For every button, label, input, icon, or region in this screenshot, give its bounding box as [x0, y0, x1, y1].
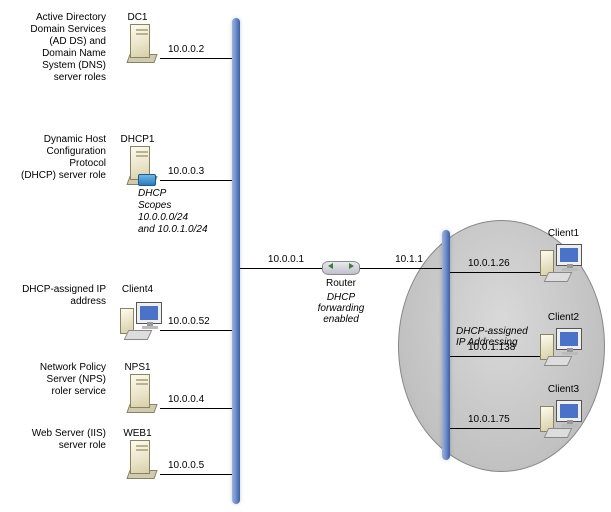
ip-label-DHCP1: 10.0.0.3 — [168, 166, 204, 177]
server-icon-NPS1 — [128, 374, 158, 414]
server-icon-DHCP1 — [128, 146, 158, 186]
pc-icon-Client3 — [540, 400, 582, 440]
host-label-DC1: DC1 — [110, 12, 165, 23]
ip-label-NPS1: 10.0.0.4 — [168, 394, 204, 405]
host-label-Client4: Client4 — [110, 284, 165, 295]
host-label-NPS1: NPS1 — [110, 362, 165, 373]
link-DC1 — [160, 58, 232, 59]
link-Client2 — [450, 356, 540, 357]
router-icon — [322, 258, 360, 278]
ip-right-backbone: 10.1.1 — [382, 254, 436, 265]
ip-label-Client1: 10.0.1.26 — [468, 258, 510, 269]
ip-label-Client4: 10.0.0.52 — [168, 316, 210, 327]
ip-left-backbone: 10.0.0.1 — [256, 254, 316, 265]
link-DHCP1 — [160, 180, 232, 181]
ip-label-WEB1: 10.0.0.5 — [168, 460, 204, 471]
pc-icon-Client1 — [540, 244, 582, 284]
ip-label-Client3: 10.0.1.75 — [468, 414, 510, 425]
link-WEB1 — [160, 474, 232, 475]
host-label-DHCP1: DHCP1 — [110, 134, 165, 145]
desc-Client4: DHCP-assigned IPaddress — [4, 284, 106, 308]
server-icon-DC1 — [128, 24, 158, 64]
ip-label-DC1: 10.0.0.2 — [168, 44, 204, 55]
link-router-rightbus — [360, 268, 442, 269]
host-label-WEB1: WEB1 — [110, 428, 165, 439]
desc-DC1: Active DirectoryDomain Services(AD DS) a… — [4, 12, 106, 84]
ip-label-Client2: 10.0.1.138 — [468, 342, 515, 353]
network-diagram: DC1 10.0.0.2 Active DirectoryDomain Servic… — [0, 0, 611, 512]
link-Client3 — [450, 428, 540, 429]
link-NPS1 — [160, 408, 232, 409]
router-note: DHCPforwardingenabled — [312, 292, 370, 325]
left-bus — [232, 18, 240, 504]
desc-DHCP1: Dynamic HostConfigurationProtocol(DHCP) … — [4, 134, 106, 182]
router-label: Router — [316, 278, 366, 289]
right-bus — [442, 230, 450, 460]
link-Client4 — [160, 330, 232, 331]
desc-WEB1: Web Server (IIS)server role — [4, 428, 106, 452]
host-label-Client3: Client3 — [536, 384, 591, 395]
desc-NPS1: Network PolicyServer (NPS)roler service — [4, 362, 106, 398]
link-leftbus-router — [240, 268, 322, 269]
link-Client1 — [450, 272, 540, 273]
host-label-Client1: Client1 — [536, 228, 591, 239]
host-label-Client2: Client2 — [536, 312, 591, 323]
note-DHCP1: DHCPScopes10.0.0.0/24and 10.0.1.0/24 — [138, 188, 248, 236]
server-icon-WEB1 — [128, 440, 158, 480]
pc-icon-Client4 — [120, 302, 162, 342]
pc-icon-Client2 — [540, 328, 582, 368]
